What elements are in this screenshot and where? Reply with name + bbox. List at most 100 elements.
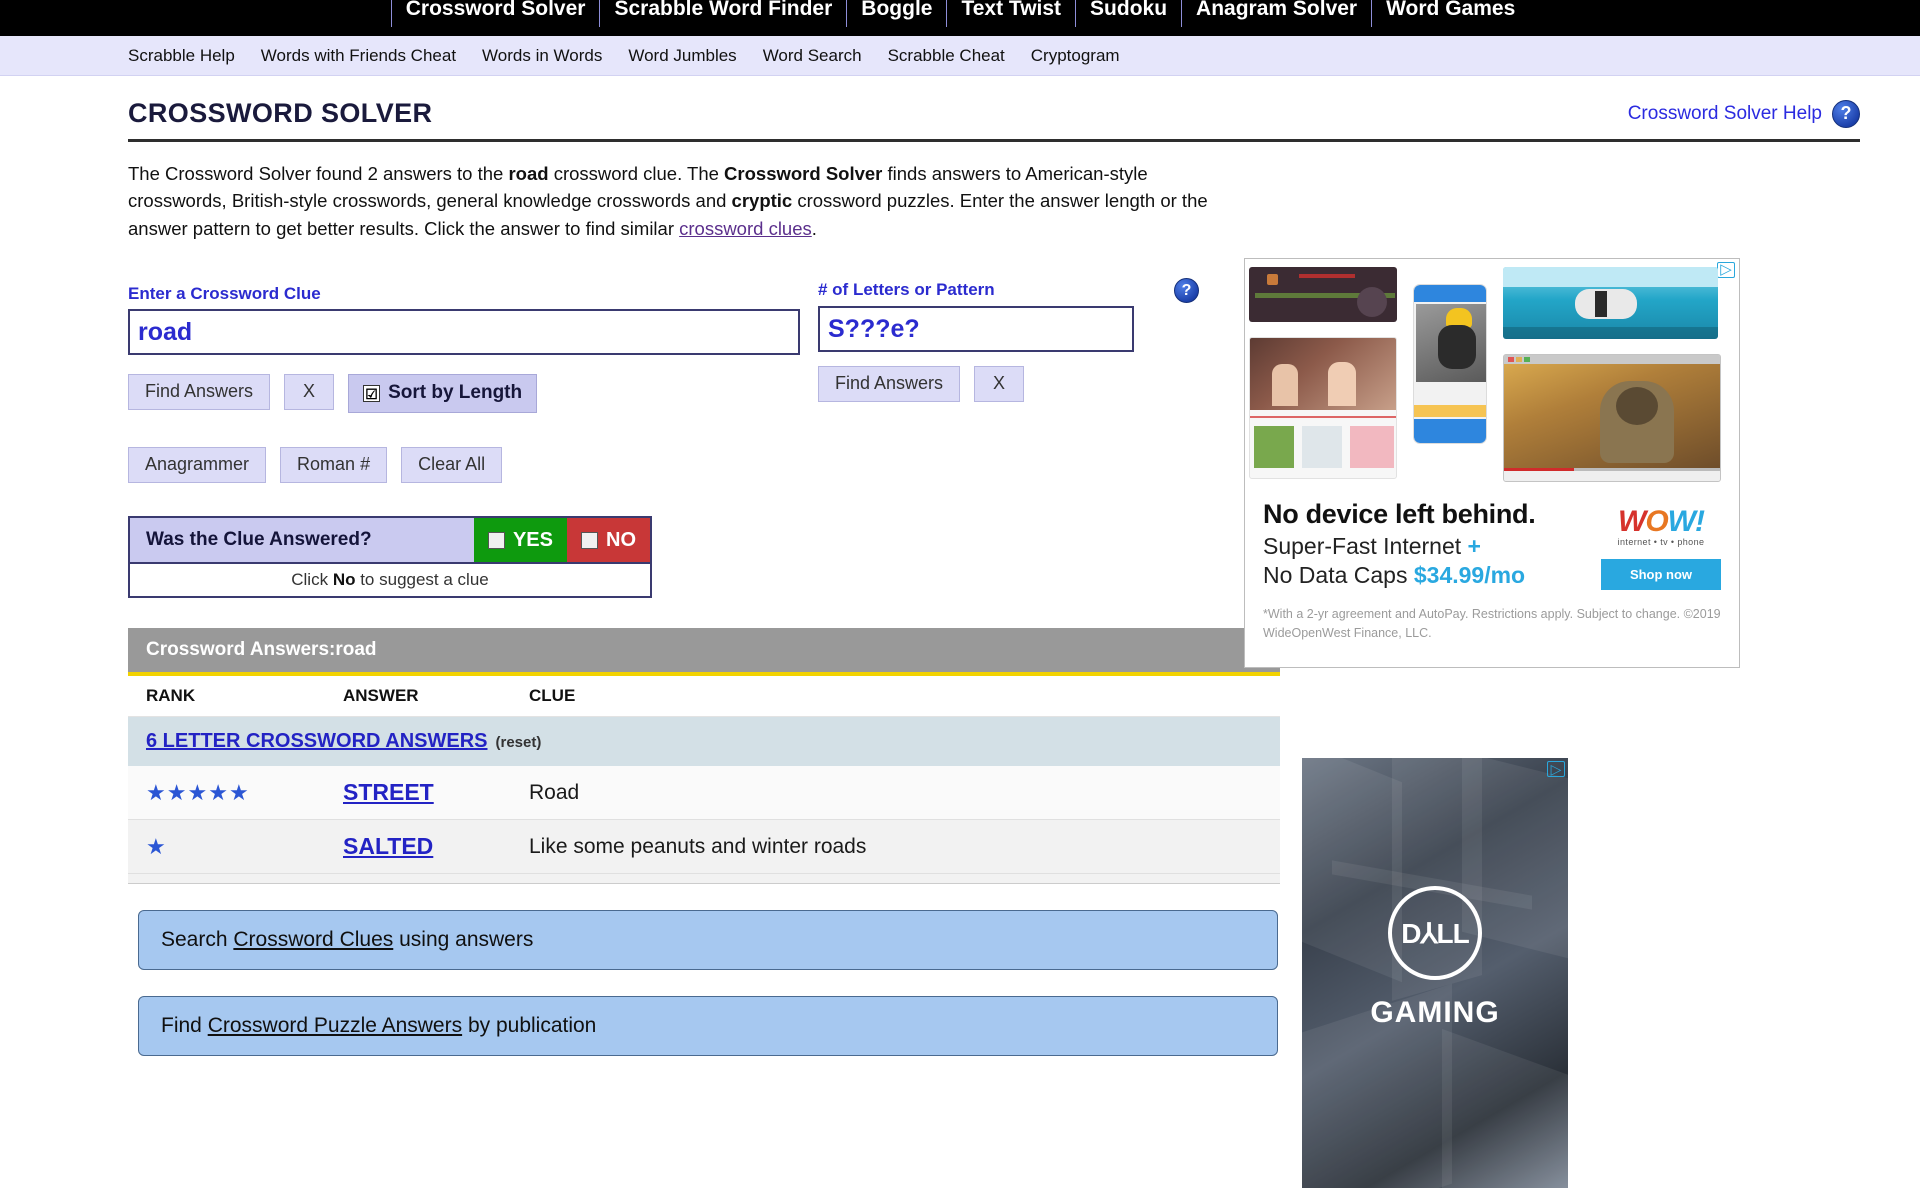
ad-thumb-news-site <box>1249 337 1397 479</box>
wow-letter-w2: W <box>1667 505 1696 538</box>
answer-link[interactable]: STREET <box>343 779 434 805</box>
hint-bold: No <box>332 570 356 590</box>
topnav-item-text-twist[interactable]: Text Twist <box>947 0 1077 27</box>
help-link-group[interactable]: Crossword Solver Help ? <box>1628 99 1860 128</box>
intro-clue-word: road <box>508 163 549 184</box>
sort-by-length-label: Sort by Length <box>388 382 523 404</box>
results-title: Crossword Answers:road <box>128 628 1280 677</box>
topnav-item-word-games[interactable]: Word Games <box>1372 0 1529 27</box>
roman-numeral-button[interactable]: Roman # <box>280 447 388 483</box>
adchoices-icon[interactable]: ▷ <box>1717 262 1735 278</box>
page-title: CROSSWORD SOLVER <box>128 98 433 128</box>
page-body: CROSSWORD SOLVER Crossword Solver Help ?… <box>0 98 1920 1188</box>
shop-now-button[interactable]: Shop now <box>1601 559 1721 590</box>
subnav-item-words-with-friends-cheat[interactable]: Words with Friends Cheat <box>261 46 456 66</box>
answered-no-button[interactable]: NO <box>567 518 650 563</box>
topnav-item-scrabble-word-finder[interactable]: Scrabble Word Finder <box>600 0 848 27</box>
column-header-answer: ANSWER <box>343 686 419 706</box>
column-header-clue: CLUE <box>529 686 576 706</box>
topnav-item-sudoku[interactable]: Sudoku <box>1076 0 1183 27</box>
subnav-item-words-in-words[interactable]: Words in Words <box>482 46 602 66</box>
no-checkbox-icon <box>581 531 598 549</box>
wow-internet-advertisement[interactable]: ▷ No device left behind. Super-Fast Inte… <box>1244 258 1740 668</box>
checkbox-checked-icon: ☑ <box>363 385 381 403</box>
bar-text-suffix: by publication <box>462 1014 597 1038</box>
table-row: ★ ★ ★ ★ ★ STREET Road <box>128 766 1280 821</box>
wow-exclamation: ! <box>1695 505 1705 538</box>
sort-by-length-toggle[interactable]: ☑ Sort by Length <box>348 374 538 414</box>
ad2-facet <box>1442 1028 1568 1188</box>
topnav-item-anagram-solver[interactable]: Anagram Solver <box>1182 0 1373 27</box>
bar-text-prefix: Find <box>161 1014 208 1038</box>
wow-wordmark: WOW! <box>1601 505 1721 539</box>
crossword-clue-input[interactable] <box>128 309 800 356</box>
intro-text-1: The Crossword Solver found 2 answers to … <box>128 163 509 184</box>
pattern-help-icon[interactable]: ? <box>1174 278 1199 304</box>
ad-copy-block: No device left behind. Super-Fast Intern… <box>1245 489 1739 667</box>
page-header: CROSSWORD SOLVER Crossword Solver Help ? <box>128 98 1860 129</box>
hint-pre: Click <box>291 570 333 590</box>
bottom-search-bar-1[interactable]: Search Crossword Clues using answers <box>138 910 1278 971</box>
clear-clue-button[interactable]: X <box>284 374 335 410</box>
star-icon: ★ <box>228 779 249 805</box>
bar-text-suffix: using answers <box>393 928 534 952</box>
length-group-link[interactable]: 6 LETTER CROSSWORD ANSWERS <box>146 730 488 752</box>
bar-text-prefix: Search <box>161 928 234 952</box>
bar-link[interactable]: Crossword Clues <box>233 928 393 951</box>
subnav-item-word-jumbles[interactable]: Word Jumbles <box>628 46 736 66</box>
subnav-item-scrabble-cheat[interactable]: Scrabble Cheat <box>888 46 1005 66</box>
wow-tagline: internet • tv • phone <box>1617 537 1705 547</box>
topnav-item-boggle[interactable]: Boggle <box>847 0 948 27</box>
answer-cell: SALTED <box>343 833 529 860</box>
star-icon: ★ <box>146 833 166 859</box>
ad-subline-1-text: Super-Fast Internet <box>1263 533 1468 559</box>
wow-letter-o: O <box>1645 505 1668 538</box>
dell-gaming-advertisement[interactable]: ▷ D⅄LL GAMING <box>1302 758 1568 1188</box>
clue-cell: Like some peanuts and winter roads <box>529 834 867 858</box>
reset-link[interactable]: (reset) <box>496 734 542 751</box>
letters-pattern-input[interactable] <box>818 306 1134 353</box>
pattern-find-answers-button[interactable]: Find Answers <box>818 366 961 402</box>
bar-link[interactable]: Crossword Puzzle Answers <box>208 1014 462 1037</box>
bottom-search-bar-2[interactable]: Find Crossword Puzzle Answers by publica… <box>138 996 1278 1057</box>
intro-text-5: . <box>811 217 817 239</box>
crossword-solver-help-link[interactable]: Crossword Solver Help <box>1628 103 1822 125</box>
clear-pattern-button[interactable]: X <box>974 366 1025 402</box>
clear-all-button[interactable]: Clear All <box>401 447 503 483</box>
answered-yes-button[interactable]: YES <box>473 518 567 563</box>
anagrammer-button[interactable]: Anagrammer <box>128 447 267 483</box>
intro-text-2: crossword clue. The <box>548 163 725 184</box>
answer-link[interactable]: SALTED <box>343 833 433 859</box>
ad-thumb-phone <box>1413 284 1487 444</box>
ad-plus-sign: + <box>1467 533 1481 559</box>
crossword-clues-link[interactable]: crossword clues <box>679 218 812 239</box>
star-icon: ★ <box>166 779 187 805</box>
content-area: The Crossword Solver found 2 answers to … <box>0 142 1920 1188</box>
adchoices-icon[interactable]: ▷ <box>1547 761 1565 777</box>
clue-cell: Road <box>529 780 580 804</box>
find-answers-button[interactable]: Find Answers <box>128 374 271 410</box>
results-table: Crossword Answers:road RANK ANSWER CLUE … <box>128 628 1280 885</box>
results-footer <box>128 874 1280 885</box>
rank-stars: ★ ★ ★ ★ ★ <box>128 779 343 805</box>
ad-thumb-game <box>1249 267 1397 322</box>
clue-answered-hint: Click No to suggest a clue <box>128 564 652 599</box>
clue-answered-bar: Was the Clue Answered? YES NO <box>128 516 652 565</box>
subnav-item-word-search[interactable]: Word Search <box>763 46 862 66</box>
dell-gaming-tagline: GAMING <box>1370 996 1500 1029</box>
length-group-row: 6 LETTER CROSSWORD ANSWERS (reset) <box>128 717 1280 767</box>
hint-post: to suggest a clue <box>355 570 489 590</box>
dell-logo-icon: D⅄LL <box>1388 886 1482 980</box>
question-mark-icon[interactable]: ? <box>1832 99 1860 128</box>
ad-fine-print: *With a 2-yr agreement and AutoPay. Rest… <box>1263 607 1721 640</box>
subnav-item-scrabble-help[interactable]: Scrabble Help <box>128 46 235 66</box>
subnav-item-cryptogram[interactable]: Cryptogram <box>1031 46 1120 66</box>
wow-logo: WOW! internet • tv • phone Shop now <box>1601 505 1721 590</box>
intro-cryptic: cryptic <box>731 190 793 212</box>
results-column-headers: RANK ANSWER CLUE <box>128 676 1280 718</box>
star-icon: ★ <box>146 779 166 805</box>
table-row: ★ SALTED Like some peanuts and winter road… <box>128 820 1280 875</box>
clue-answered-question: Was the Clue Answered? <box>130 518 474 563</box>
topnav-item-crossword-solver[interactable]: Crossword Solver <box>390 0 601 27</box>
main-column: The Crossword Solver found 2 answers to … <box>0 142 1280 1057</box>
